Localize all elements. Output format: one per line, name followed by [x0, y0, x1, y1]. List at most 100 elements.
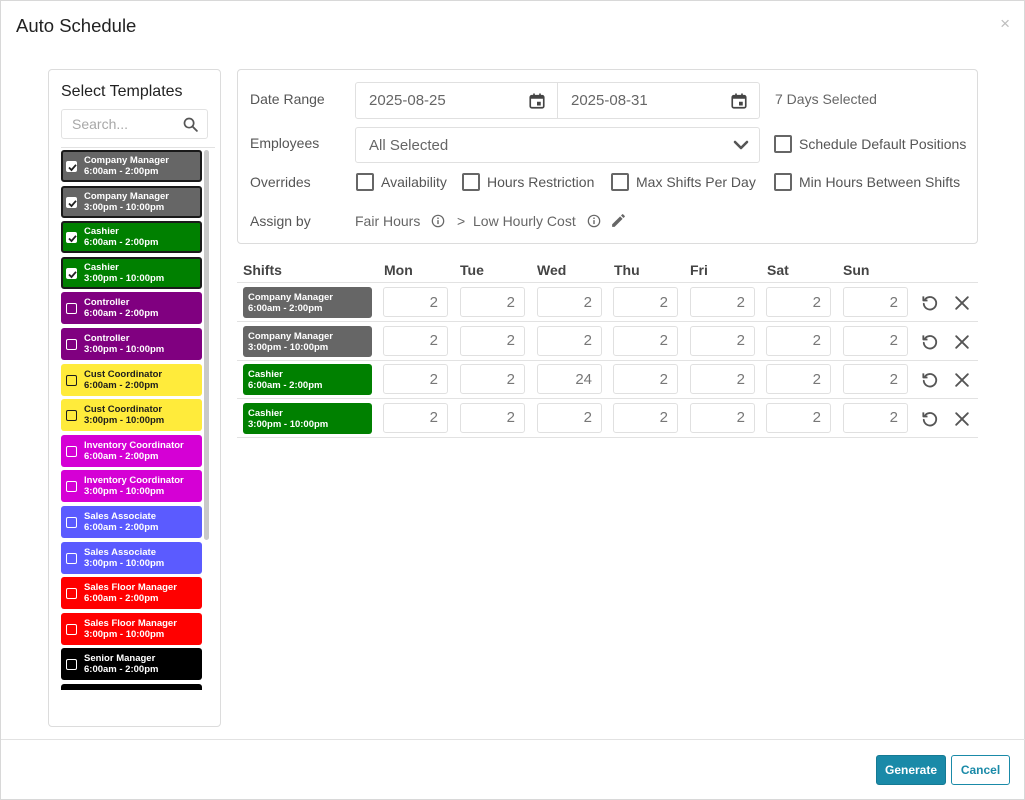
- template-search-input[interactable]: [63, 111, 173, 137]
- template-item[interactable]: Senior Manager 6:00am - 2:00pm: [61, 648, 202, 681]
- day-count-input[interactable]: [766, 287, 831, 317]
- template-item[interactable]: Sales Associate 3:00pm - 10:00pm: [61, 541, 202, 574]
- day-count-input[interactable]: [613, 364, 678, 394]
- col-header-sun: Sun: [843, 262, 870, 278]
- search-icon[interactable]: [182, 116, 199, 133]
- day-count-input[interactable]: [460, 287, 525, 317]
- template-checkbox[interactable]: [66, 374, 77, 386]
- template-name: Sales Floor Manager: [84, 617, 177, 629]
- day-count-input[interactable]: [843, 325, 908, 356]
- remove-icon[interactable]: [952, 293, 972, 313]
- day-count-input[interactable]: [537, 402, 602, 433]
- reset-icon[interactable]: [920, 332, 940, 352]
- template-item[interactable]: Cashier 3:00pm - 10:00pm: [61, 256, 202, 289]
- template-item[interactable]: Cashier 6:00am - 2:00pm: [61, 221, 202, 254]
- day-count-input[interactable]: [613, 325, 678, 356]
- remove-icon[interactable]: [952, 409, 972, 429]
- shift-row: Company Manager 3:00pm - 10:00pm: [237, 322, 978, 361]
- template-item[interactable]: Cust Coordinator 3:00pm - 10:00pm: [61, 399, 202, 432]
- info-icon[interactable]: [587, 214, 601, 228]
- template-checkbox[interactable]: [66, 267, 77, 279]
- checkbox-box[interactable]: [462, 173, 480, 191]
- template-item[interactable]: Senior Manager: [61, 684, 202, 690]
- template-item[interactable]: Sales Associate 6:00am - 2:00pm: [61, 506, 202, 538]
- employees-select-value: All Selected: [369, 137, 449, 154]
- day-count-input[interactable]: [690, 364, 755, 394]
- checkbox-box[interactable]: [356, 173, 374, 191]
- calendar-icon[interactable]: [528, 92, 546, 110]
- check-icon: [68, 271, 77, 279]
- day-count-input[interactable]: [383, 402, 448, 433]
- template-list[interactable]: Company Manager 6:00am - 2:00pm Company Ma…: [61, 147, 215, 690]
- overrides-label: Overrides: [250, 174, 311, 190]
- template-checkbox[interactable]: [66, 445, 77, 457]
- template-name: Controller: [84, 333, 130, 344]
- day-count-input[interactable]: [537, 287, 602, 317]
- day-count-input[interactable]: [537, 325, 602, 356]
- day-count-input[interactable]: [766, 325, 831, 356]
- template-checkbox[interactable]: [66, 552, 77, 564]
- day-count-input[interactable]: [843, 364, 908, 394]
- template-time: 3:00pm - 10:00pm: [84, 201, 165, 213]
- reset-icon[interactable]: [920, 293, 940, 313]
- template-item[interactable]: Controller 3:00pm - 10:00pm: [61, 328, 202, 360]
- template-checkbox[interactable]: [66, 161, 77, 172]
- days-selected-text: 7 Days Selected: [775, 91, 877, 107]
- remove-icon[interactable]: [952, 370, 972, 390]
- checkbox-box[interactable]: [774, 135, 792, 153]
- template-item[interactable]: Company Manager 6:00am - 2:00pm: [61, 150, 202, 182]
- day-count-input[interactable]: [383, 287, 448, 317]
- calendar-icon[interactable]: [730, 92, 748, 110]
- template-checkbox[interactable]: [66, 339, 77, 350]
- template-item[interactable]: Sales Floor Manager 6:00am - 2:00pm: [61, 577, 202, 610]
- start-date-field[interactable]: 2025-08-25: [355, 82, 558, 119]
- template-item[interactable]: Controller 6:00am - 2:00pm: [61, 292, 202, 325]
- day-count-input[interactable]: [766, 402, 831, 433]
- day-count-input[interactable]: [690, 287, 755, 317]
- day-count-input[interactable]: [690, 325, 755, 356]
- day-count-input[interactable]: [613, 402, 678, 433]
- checkbox-box[interactable]: [774, 173, 792, 191]
- template-checkbox[interactable]: [66, 659, 77, 671]
- template-time: 6:00am - 2:00pm: [84, 593, 159, 605]
- day-count-input[interactable]: [843, 402, 908, 433]
- checkbox-box[interactable]: [611, 173, 629, 191]
- template-list-scrollbar[interactable]: [204, 150, 209, 540]
- template-item[interactable]: Sales Floor Manager 3:00pm - 10:00pm: [61, 612, 202, 645]
- template-item[interactable]: Inventory Coordinator 6:00am - 2:00pm: [61, 434, 202, 467]
- template-checkbox[interactable]: [66, 623, 77, 635]
- day-count-input[interactable]: [843, 287, 908, 317]
- day-count-input[interactable]: [460, 402, 525, 433]
- day-count-input[interactable]: [383, 364, 448, 394]
- template-checkbox[interactable]: [66, 588, 77, 600]
- employees-select[interactable]: All Selected: [355, 127, 760, 163]
- remove-icon[interactable]: [952, 332, 972, 352]
- day-count-input[interactable]: [537, 364, 602, 394]
- template-checkbox[interactable]: [66, 232, 77, 244]
- edit-pencil-icon[interactable]: [610, 212, 627, 229]
- day-count-input[interactable]: [766, 364, 831, 394]
- template-checkbox[interactable]: [66, 517, 77, 528]
- info-icon[interactable]: [431, 214, 445, 228]
- generate-button[interactable]: Generate: [876, 755, 946, 785]
- shift-tag: Company Manager 3:00pm - 10:00pm: [243, 325, 372, 357]
- template-checkbox[interactable]: [66, 303, 77, 315]
- template-checkbox[interactable]: [66, 481, 77, 493]
- template-checkbox[interactable]: [66, 196, 77, 208]
- day-count-input[interactable]: [690, 402, 755, 433]
- day-count-input[interactable]: [460, 364, 525, 394]
- schedule-default-positions-label: Schedule Default Positions: [799, 136, 967, 152]
- reset-icon[interactable]: [920, 409, 940, 429]
- day-count-input[interactable]: [460, 325, 525, 356]
- template-checkbox[interactable]: [66, 410, 77, 422]
- cancel-button[interactable]: Cancel: [951, 755, 1010, 785]
- day-count-input[interactable]: [383, 325, 448, 356]
- template-item[interactable]: Company Manager 3:00pm - 10:00pm: [61, 185, 202, 218]
- end-date-field[interactable]: 2025-08-31: [557, 82, 760, 119]
- reset-icon[interactable]: [920, 370, 940, 390]
- close-icon[interactable]: ×: [1000, 15, 1010, 32]
- day-count-input[interactable]: [613, 287, 678, 317]
- template-item[interactable]: Inventory Coordinator 3:00pm - 10:00pm: [61, 470, 202, 503]
- templates-heading: Select Templates: [61, 83, 183, 100]
- template-item[interactable]: Cust Coordinator 6:00am - 2:00pm: [61, 363, 202, 396]
